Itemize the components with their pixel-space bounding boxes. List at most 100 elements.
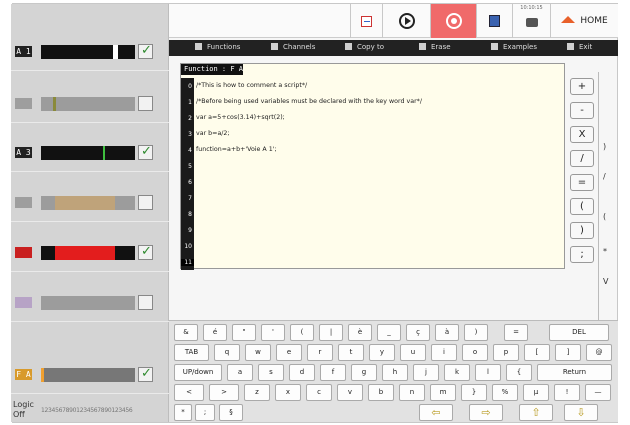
key[interactable]: ç [406, 324, 430, 341]
key[interactable]: l [475, 364, 501, 381]
key[interactable]: ; [195, 404, 215, 421]
key[interactable]: b [368, 384, 394, 401]
menu-functions[interactable]: Functions [195, 43, 240, 51]
key[interactable]: { [506, 364, 532, 381]
clock-button[interactable]: 10:10:15 [512, 4, 550, 38]
key[interactable]: s [258, 364, 284, 381]
key[interactable]: [ [524, 344, 550, 361]
key[interactable]: } [461, 384, 487, 401]
channel-checkbox[interactable] [138, 195, 153, 210]
key[interactable]: j [413, 364, 439, 381]
key[interactable]: " [232, 324, 256, 341]
key[interactable]: & [174, 324, 198, 341]
key[interactable]: u [400, 344, 426, 361]
key[interactable]: ! [554, 384, 580, 401]
key[interactable]: ( [290, 324, 314, 341]
script-editor[interactable]: Function : F A 0 1 2 3 4 5 6 7 8 9 10 11… [180, 63, 565, 270]
channel-checkbox[interactable] [138, 96, 153, 111]
key[interactable]: n [399, 384, 425, 401]
key[interactable]: µ [523, 384, 549, 401]
channel-row-a3[interactable]: A 3 [11, 132, 169, 172]
channel-checkbox[interactable] [138, 244, 153, 260]
menu-erase[interactable]: Erase [419, 43, 451, 51]
home-button[interactable]: HOME [550, 4, 618, 38]
left-arrow-icon[interactable]: ⇦ [419, 404, 453, 421]
key[interactable]: Return [537, 364, 612, 381]
menu-examples[interactable]: Examples [491, 43, 537, 51]
channel-checkbox[interactable] [138, 366, 153, 382]
semicolon-button[interactable]: ; [570, 246, 594, 263]
channel-checkbox[interactable] [138, 43, 153, 59]
key[interactable]: § [219, 404, 243, 421]
up-arrow-icon[interactable]: ⇧ [519, 404, 553, 421]
key[interactable]: z [244, 384, 270, 401]
channel-checkbox[interactable] [138, 144, 153, 160]
key[interactable]: w [245, 344, 271, 361]
key[interactable]: à [435, 324, 459, 341]
key[interactable]: è [348, 324, 372, 341]
key[interactable]: DEL [549, 324, 609, 341]
code-line[interactable]: function=a+b+'Voie A 1'; [196, 146, 277, 153]
key[interactable]: — [585, 384, 611, 401]
right-side-tabs[interactable]: ) / (* V [598, 72, 618, 342]
key[interactable]: < [174, 384, 204, 401]
key[interactable]: t [338, 344, 364, 361]
minus-button[interactable]: - [570, 102, 594, 119]
channel-row-a6[interactable] [11, 282, 169, 322]
autoset-button[interactable] [350, 4, 382, 38]
key[interactable]: % [492, 384, 518, 401]
key[interactable]: é [203, 324, 227, 341]
key[interactable]: r [307, 344, 333, 361]
key[interactable]: g [351, 364, 377, 381]
right-arrow-icon[interactable]: ⇨ [469, 404, 503, 421]
code-line[interactable]: var a=5+cos(3.14)+sqrt(2); [196, 114, 285, 121]
key[interactable]: x [275, 384, 301, 401]
key[interactable]: ' [261, 324, 285, 341]
open-paren-button[interactable]: ( [570, 198, 594, 215]
key[interactable]: UP/down [174, 364, 222, 381]
key[interactable]: > [209, 384, 239, 401]
channel-row-fa[interactable]: F A [11, 354, 169, 394]
menu-copy-to[interactable]: Copy to [345, 43, 384, 51]
key[interactable]: e [276, 344, 302, 361]
equals-button[interactable]: = [570, 174, 594, 191]
key[interactable]: = [504, 324, 528, 341]
key[interactable]: y [369, 344, 395, 361]
close-paren-button[interactable]: ) [570, 222, 594, 239]
menu-channels[interactable]: Channels [271, 43, 315, 51]
divide-button[interactable]: / [570, 150, 594, 167]
plus-button[interactable]: + [570, 78, 594, 95]
key[interactable]: * [174, 404, 192, 421]
key[interactable]: q [214, 344, 240, 361]
key[interactable]: k [444, 364, 470, 381]
key[interactable]: m [430, 384, 456, 401]
key[interactable]: _ [377, 324, 401, 341]
code-line[interactable]: /*This is how to comment a script*/ [196, 82, 307, 89]
key[interactable]: o [462, 344, 488, 361]
down-arrow-icon[interactable]: ⇩ [564, 404, 598, 421]
channel-checkbox[interactable] [138, 295, 153, 310]
code-line[interactable]: var b=a/2; [196, 130, 230, 137]
key[interactable]: @ [586, 344, 612, 361]
channel-row-a5[interactable] [11, 232, 169, 272]
key[interactable]: h [382, 364, 408, 381]
channel-row-a2[interactable] [11, 83, 169, 123]
code-line[interactable]: /*Before being used variables must be de… [196, 98, 422, 105]
multiply-button[interactable]: X [570, 126, 594, 143]
save-button[interactable] [476, 4, 512, 38]
key[interactable]: d [289, 364, 315, 381]
key[interactable]: v [337, 384, 363, 401]
key[interactable]: ] [555, 344, 581, 361]
key[interactable]: a [227, 364, 253, 381]
key[interactable]: TAB [174, 344, 209, 361]
channel-row-a4[interactable] [11, 182, 169, 222]
run-button[interactable] [382, 4, 430, 38]
menu-exit[interactable]: Exit [567, 43, 592, 51]
logic-indicator[interactable]: Logic Off 12345678901234567890123456 [11, 398, 169, 422]
key[interactable]: f [320, 364, 346, 381]
channel-row-a1[interactable]: A 1 [11, 31, 169, 71]
key[interactable]: p [493, 344, 519, 361]
key[interactable]: i [431, 344, 457, 361]
key[interactable]: | [319, 324, 343, 341]
record-button[interactable] [430, 4, 476, 38]
